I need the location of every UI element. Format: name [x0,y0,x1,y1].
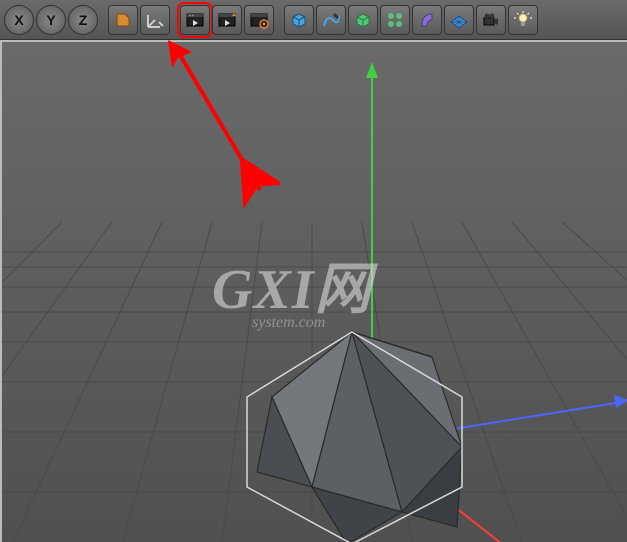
camera-button[interactable] [476,5,506,35]
axis-z-label: Z [79,12,88,28]
render-view-button[interactable] [180,5,210,35]
spline-pen-icon [321,10,341,30]
render-picture-viewer-button[interactable] [212,5,242,35]
subdivision-surface-button[interactable] [348,5,378,35]
floor-button[interactable] [444,5,474,35]
icosahedron-object[interactable] [247,332,462,542]
enable-axis-button[interactable] [140,5,170,35]
cube-primitive-icon [289,10,309,30]
viewport-scene [2,42,627,542]
axis-x-label: X [14,12,23,28]
light-icon [513,10,533,30]
spline-pen-button[interactable] [316,5,346,35]
axis-y-button[interactable]: Y [36,5,66,35]
floor-icon [449,10,469,30]
enable-axis-icon [145,10,165,30]
main-toolbar: X Y Z [0,0,627,40]
bend-deformer-icon [417,10,437,30]
cube-primitive-button[interactable] [284,5,314,35]
bend-deformer-button[interactable] [412,5,442,35]
viewport-3d[interactable]: GXI网 system.com [0,40,627,542]
camera-icon [481,10,501,30]
make-editable-button[interactable] [108,5,138,35]
render-picture-viewer-icon [217,10,237,30]
axis-y-label: Y [46,12,55,28]
array-icon [385,10,405,30]
render-settings-icon [249,10,269,30]
subdivision-surface-icon [353,10,373,30]
render-settings-button[interactable] [244,5,274,35]
render-view-icon [185,10,205,30]
light-button[interactable] [508,5,538,35]
make-editable-icon [113,10,133,30]
axis-x-button[interactable]: X [4,5,34,35]
axis-z-button[interactable]: Z [68,5,98,35]
array-button[interactable] [380,5,410,35]
